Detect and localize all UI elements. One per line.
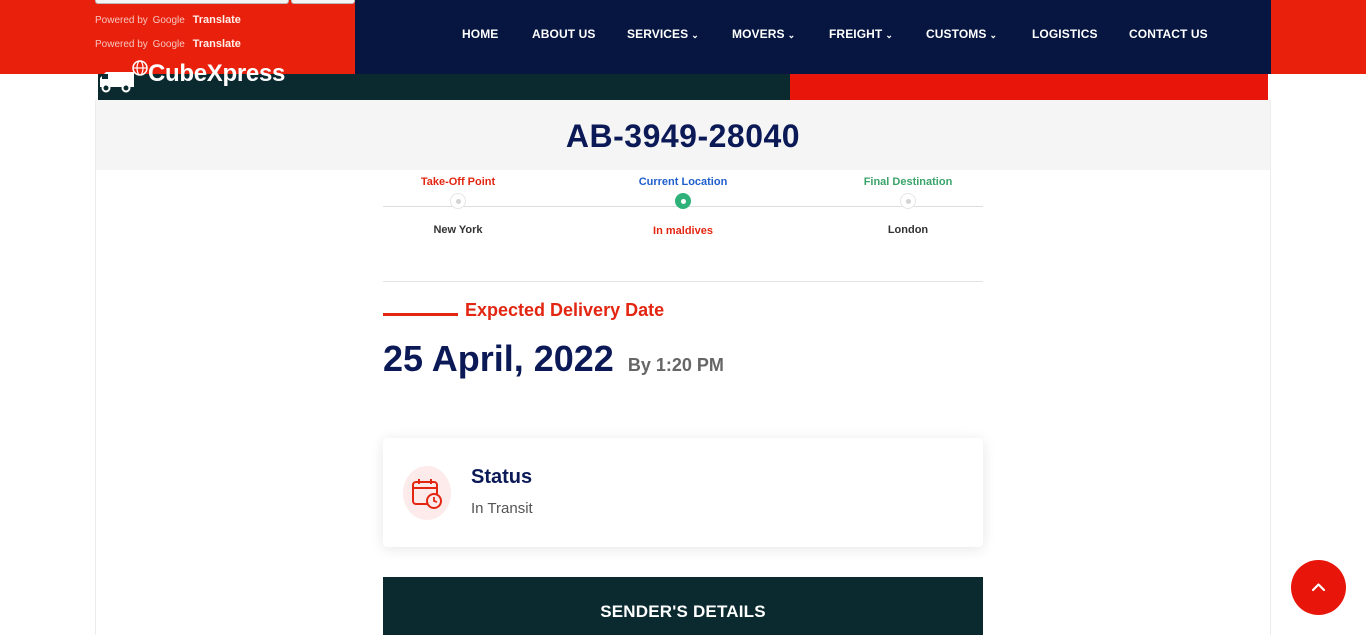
origin-dot [450, 193, 466, 209]
sender-details-title: SENDER'S DETAILS [600, 602, 766, 621]
powered-by-translate[interactable]: Powered by Google Translate [95, 14, 241, 26]
section-divider [383, 281, 983, 282]
origin-label: Take-Off Point [420, 176, 496, 188]
translate-link[interactable]: Translate [193, 38, 241, 50]
powered-by-translate-2[interactable]: Powered by Google Translate [95, 38, 241, 50]
status-title: Status [471, 466, 533, 488]
translate-link[interactable]: Translate [193, 14, 241, 26]
nav-logistics-label: LOGISTICS [1032, 27, 1098, 41]
scroll-to-top-button[interactable] [1291, 560, 1346, 615]
nav-movers-label: MOVERS [732, 27, 785, 41]
main-navbar: HOME ABOUT US SERVICES ⌄ MOVERS ⌄ FREIGHT ⌄… [355, 0, 1271, 74]
current-location-label: Current Location [638, 176, 728, 188]
nav-customs[interactable]: CUSTOMS ⌄ [926, 27, 997, 41]
powered-by-text: Powered by [95, 15, 148, 26]
chevron-down-icon: ⌄ [885, 30, 894, 40]
chevron-down-icon: ⌄ [989, 30, 998, 40]
destination-label: Final Destination [863, 176, 953, 188]
nav-about-us-label: ABOUT US [532, 27, 596, 41]
nav-home-label: HOME [462, 27, 499, 41]
brand-name[interactable]: CubeXpress [148, 60, 285, 88]
expected-delivery-title: Expected Delivery Date [465, 300, 665, 320]
heading-accent-line [383, 313, 458, 316]
nav-movers[interactable]: MOVERS ⌄ [732, 27, 795, 41]
nav-services-label: SERVICES [627, 27, 689, 41]
sender-details-header: SENDER'S DETAILS [383, 577, 983, 635]
chevron-down-icon: ⌄ [691, 30, 699, 40]
nav-customs-label: CUSTOMS [926, 27, 987, 41]
status-value: In Transit [471, 500, 533, 517]
google-wordmark: Google [152, 39, 185, 50]
nav-freight-label: FREIGHT [829, 27, 883, 41]
current-location-dot [675, 193, 691, 209]
nav-freight[interactable]: FREIGHT ⌄ [829, 27, 893, 41]
nav-contact-us[interactable]: CONTACT US [1129, 27, 1208, 41]
nav-about-us[interactable]: ABOUT US [532, 27, 595, 41]
delivery-time-value: By 1:20 PM [627, 355, 724, 375]
origin-city: New York [433, 224, 483, 236]
header-red-strip [790, 74, 1268, 100]
destination-city: London [887, 224, 929, 236]
nav-contact-us-label: CONTACT US [1129, 27, 1208, 41]
chevron-up-icon [1311, 583, 1326, 592]
current-city: In maldives [653, 225, 713, 237]
expected-delivery-date: 25 April, 2022 By 1:20 PM [383, 338, 724, 380]
nav-services[interactable]: SERVICES ⌄ [627, 27, 699, 41]
tracking-number: AB-3949-28040 [565, 118, 801, 154]
language-select[interactable] [95, 0, 289, 4]
status-icon-circle [403, 466, 451, 520]
nav-logistics[interactable]: LOGISTICS [1032, 27, 1098, 41]
translate-select-secondary[interactable] [291, 0, 355, 4]
status-card: Status In Transit [383, 438, 983, 547]
google-wordmark: Google [152, 15, 185, 26]
destination-dot [900, 193, 916, 209]
delivery-date-value: 25 April, 2022 [383, 338, 614, 379]
powered-by-text: Powered by [95, 39, 148, 50]
truck-globe-icon [100, 60, 148, 93]
chevron-down-icon: ⌄ [787, 30, 796, 40]
nav-home[interactable]: HOME [462, 27, 498, 41]
calendar-clock-icon [412, 479, 442, 509]
